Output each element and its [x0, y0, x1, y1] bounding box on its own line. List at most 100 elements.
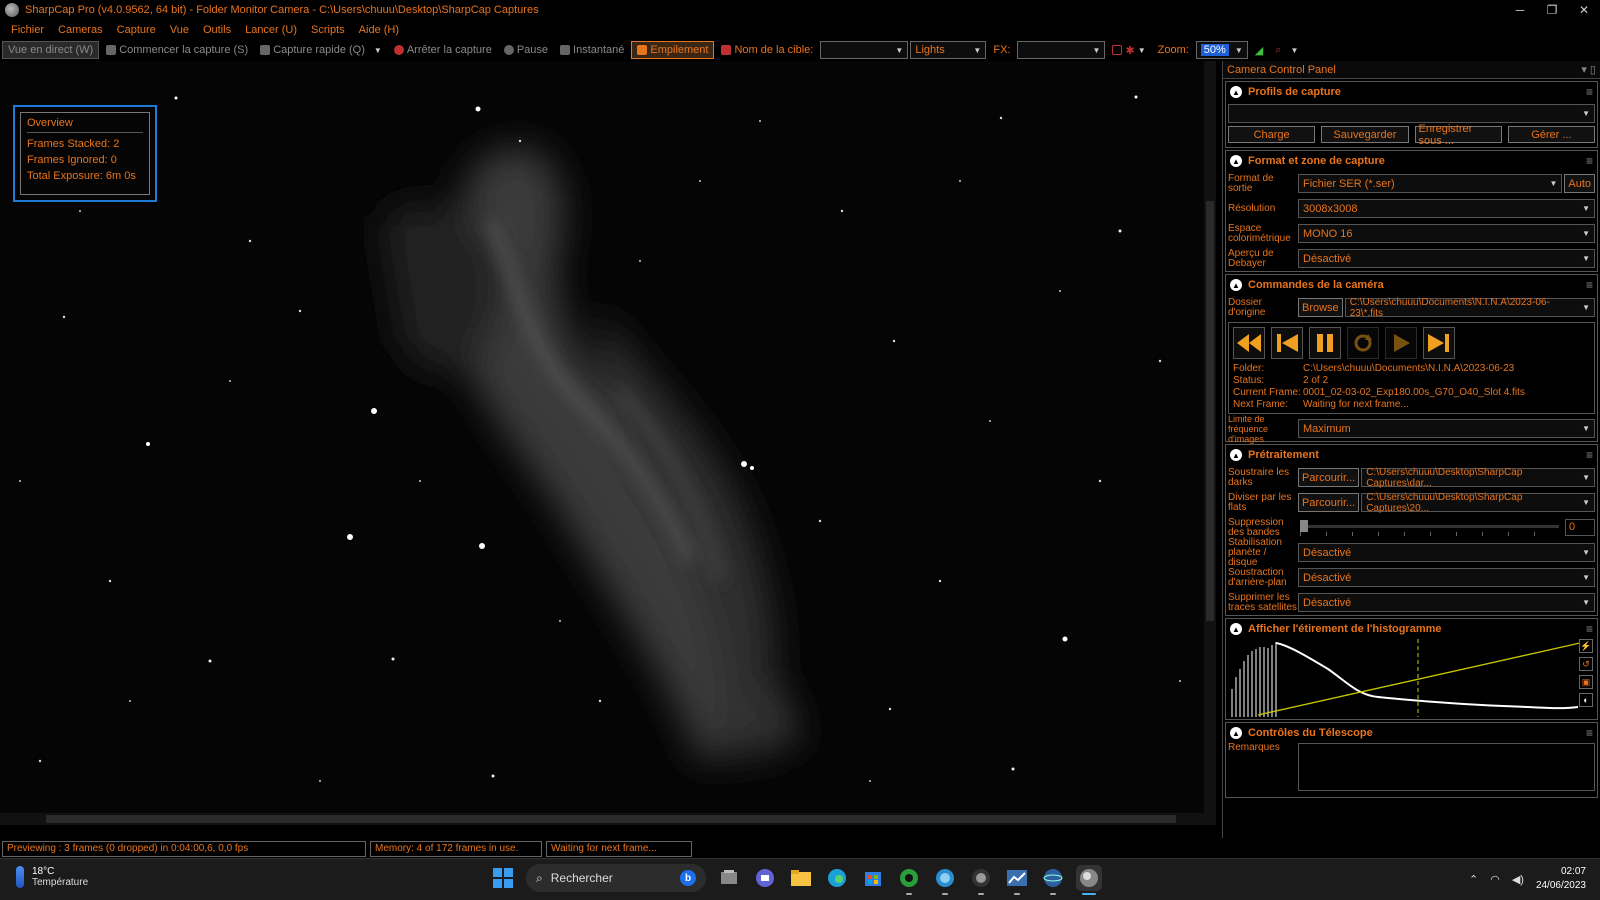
- darks-browse-button[interactable]: Parcourir...: [1298, 468, 1360, 487]
- target-name-combo[interactable]: ▼: [820, 41, 909, 59]
- flats-browse-button[interactable]: Parcourir...: [1298, 493, 1360, 512]
- task-view-icon[interactable]: [716, 865, 742, 891]
- lightning-icon[interactable]: ⚡: [1579, 639, 1593, 653]
- section-header[interactable]: ▲ Prétraitement ≡: [1226, 445, 1597, 465]
- chevron-down-icon[interactable]: ▼: [374, 46, 382, 55]
- green-app-icon[interactable]: [896, 865, 922, 895]
- teams-chat-icon[interactable]: [752, 865, 778, 891]
- menu-fichier[interactable]: Fichier: [4, 24, 51, 36]
- windows-start-icon[interactable]: [490, 865, 516, 891]
- collapse-icon[interactable]: ▲: [1230, 86, 1242, 98]
- frame-type-combo[interactable]: Lights ▼: [910, 41, 987, 59]
- search-zoom-button[interactable]: ⌕ ▼: [1270, 41, 1303, 59]
- stats-app-icon[interactable]: [1004, 865, 1030, 895]
- frame-rate-combo[interactable]: Maximum ▼: [1298, 419, 1595, 438]
- darks-combo[interactable]: C:\Users\chuuu\Desktop\SharpCap Captures…: [1361, 467, 1595, 489]
- satellite-combo[interactable]: Désactivé ▼: [1298, 593, 1595, 612]
- browse-button[interactable]: Browse: [1298, 298, 1343, 317]
- colorspace-combo[interactable]: MONO 16 ▼: [1298, 224, 1595, 243]
- contrast-icon[interactable]: ◐: [1579, 693, 1593, 707]
- maximize-button[interactable]: ❐: [1536, 3, 1568, 17]
- bing-icon[interactable]: b: [680, 870, 696, 886]
- section-header[interactable]: ▲ Commandes de la caméra ≡: [1226, 275, 1597, 295]
- image-viewport[interactable]: Overview Frames Stacked: 2 Frames Ignore…: [0, 61, 1216, 825]
- manage-profiles-button[interactable]: Gérer ...: [1507, 126, 1595, 143]
- edge-browser-icon[interactable]: [824, 865, 850, 891]
- pause-playback-button[interactable]: [1309, 327, 1341, 359]
- save-as-profile-button[interactable]: Enregistrer sous ...: [1414, 123, 1502, 147]
- menu-icon[interactable]: ≡: [1586, 726, 1593, 740]
- scroll-thumb[interactable]: [1206, 201, 1214, 621]
- snapshot-button[interactable]: Instantané: [555, 41, 629, 59]
- profile-combo[interactable]: ▼: [1228, 103, 1595, 123]
- live-view-button[interactable]: Vue en direct (W): [2, 41, 100, 59]
- planetarium-app-icon[interactable]: [1040, 865, 1066, 895]
- collapse-icon[interactable]: ▲: [1230, 279, 1242, 291]
- section-header[interactable]: ▲ Contrôles du Télescope ≡: [1226, 723, 1597, 743]
- reset-icon[interactable]: ↺: [1579, 657, 1593, 671]
- load-profile-button[interactable]: Charge: [1228, 126, 1316, 143]
- slider-track[interactable]: [1300, 525, 1559, 528]
- horizontal-scrollbar[interactable]: [0, 813, 1204, 825]
- auto-button[interactable]: Auto: [1564, 174, 1595, 193]
- source-folder-combo[interactable]: C:\Users\chuuu\Documents\N.I.N.A\2023-06…: [1344, 297, 1595, 319]
- flats-combo[interactable]: C:\Users\chuuu\Desktop\SharpCap Captures…: [1361, 492, 1595, 514]
- menu-scripts[interactable]: Scripts: [304, 24, 352, 36]
- volume-icon[interactable]: ◀): [1512, 873, 1524, 886]
- pause-button[interactable]: Pause: [499, 41, 553, 59]
- collapse-icon[interactable]: ▲: [1230, 727, 1242, 739]
- close-button[interactable]: ✕: [1568, 3, 1600, 17]
- microsoft-store-icon[interactable]: [860, 865, 886, 891]
- histogram-plot[interactable]: [1228, 639, 1581, 717]
- menu-icon[interactable]: ≡: [1586, 278, 1593, 292]
- stacking-button[interactable]: Empilement: [631, 41, 715, 59]
- menu-aide[interactable]: Aide (H): [352, 24, 406, 36]
- menu-outils[interactable]: Outils: [196, 24, 238, 36]
- collapse-icon[interactable]: ▲: [1230, 155, 1242, 167]
- first-frame-button[interactable]: [1271, 327, 1303, 359]
- slider-knob[interactable]: [1300, 520, 1308, 532]
- weather-widget[interactable]: 18°C Température: [16, 866, 88, 888]
- chevron-up-icon[interactable]: ⌃: [1469, 873, 1478, 886]
- background-combo[interactable]: Désactivé ▼: [1298, 568, 1595, 587]
- sharpcap-taskbar-icon[interactable]: [1076, 865, 1102, 895]
- zoom-combo[interactable]: 50% ▼: [1195, 41, 1248, 59]
- play-button[interactable]: [1385, 327, 1417, 359]
- scroll-thumb[interactable]: [46, 815, 1176, 823]
- menu-icon[interactable]: ≡: [1586, 154, 1593, 168]
- refresh-button[interactable]: [1347, 327, 1379, 359]
- menu-lancer[interactable]: Lancer (U): [238, 24, 304, 36]
- rewind-button[interactable]: [1233, 327, 1265, 359]
- wifi-icon[interactable]: ◠: [1490, 873, 1500, 886]
- menu-icon[interactable]: ≡: [1586, 85, 1593, 99]
- menu-capture[interactable]: Capture: [110, 24, 163, 36]
- save-profile-button[interactable]: Sauvegarder: [1321, 126, 1409, 143]
- stabilization-combo[interactable]: Désactivé ▼: [1298, 543, 1595, 562]
- taskbar-search[interactable]: ⌕ Rechercher b: [526, 864, 706, 892]
- collapse-icon[interactable]: ▲: [1230, 623, 1242, 635]
- file-explorer-icon[interactable]: [788, 865, 814, 891]
- quick-capture-button[interactable]: Capture rapide (Q) ▼: [255, 41, 387, 59]
- notes-textarea[interactable]: [1298, 743, 1595, 791]
- banding-slider[interactable]: 0: [1298, 518, 1595, 537]
- menu-cameras[interactable]: Cameras: [51, 24, 110, 36]
- fx-combo[interactable]: ▼: [1017, 41, 1106, 59]
- section-header[interactable]: ▲ Profils de capture ≡: [1226, 82, 1597, 102]
- clock[interactable]: 02:07 24/06/2023: [1536, 865, 1586, 893]
- pin-icon[interactable]: ▾ ▯: [1581, 63, 1596, 76]
- section-header[interactable]: ▲ Format et zone de capture ≡: [1226, 151, 1597, 171]
- menu-icon[interactable]: ≡: [1586, 622, 1593, 636]
- debayer-combo[interactable]: Désactivé ▼: [1298, 249, 1595, 268]
- menu-vue[interactable]: Vue: [163, 24, 196, 36]
- save-icon[interactable]: ▣: [1579, 675, 1593, 689]
- start-capture-button[interactable]: Commencer la capture (S): [101, 41, 253, 59]
- histogram-toggle-button[interactable]: ◢: [1250, 41, 1268, 59]
- output-format-combo[interactable]: Fichier SER (*.ser) ▼: [1298, 174, 1563, 193]
- blue-app-icon[interactable]: [932, 865, 958, 895]
- minimize-button[interactable]: ─: [1504, 3, 1536, 17]
- nina-app-icon[interactable]: [968, 865, 994, 895]
- histogram-view[interactable]: ⚡ ↺ ▣ ◐: [1228, 639, 1595, 717]
- stop-capture-button[interactable]: Arrêter la capture: [389, 41, 497, 59]
- vertical-scrollbar[interactable]: [1204, 61, 1216, 825]
- section-header[interactable]: ▲ Afficher l'étirement de l'histogramme …: [1226, 619, 1597, 639]
